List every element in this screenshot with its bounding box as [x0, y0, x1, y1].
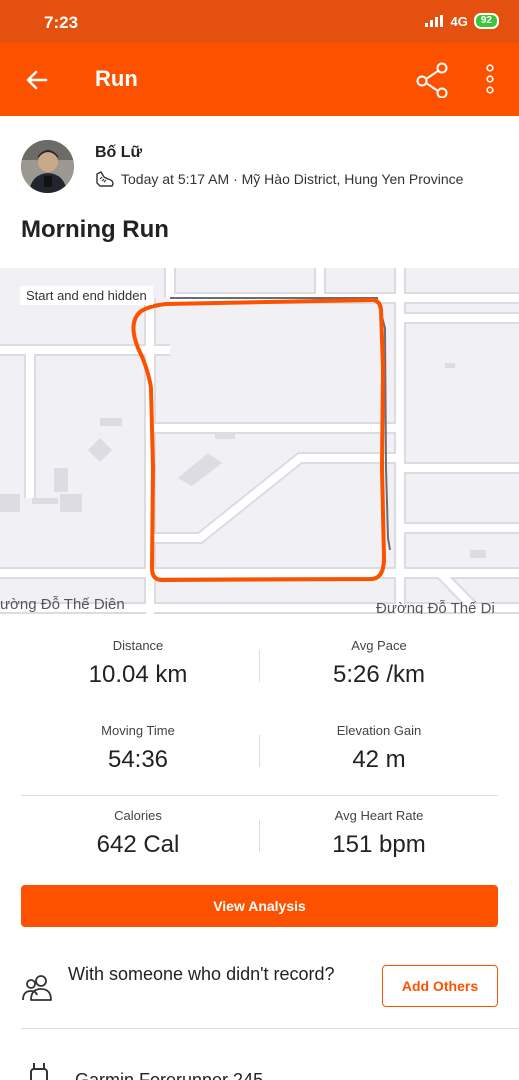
- stat-distance: Distance 10.04 km: [18, 638, 258, 689]
- view-analysis-button[interactable]: View Analysis: [21, 885, 498, 927]
- battery-indicator: 92: [473, 13, 499, 29]
- signal-icon: [424, 15, 443, 27]
- stat-avg-heart-rate: Avg Heart Rate 151 bpm: [259, 808, 499, 859]
- stat-avg-pace: Avg Pace 5:26 /km: [259, 638, 499, 689]
- stat-value: 151 bpm: [332, 831, 426, 858]
- back-button[interactable]: [20, 63, 54, 97]
- avatar[interactable]: [21, 140, 74, 193]
- stat-label: Moving Time: [101, 723, 175, 738]
- share-button[interactable]: [413, 62, 453, 99]
- add-others-button[interactable]: Add Others: [382, 965, 498, 1007]
- activity-meta-text: Today at 5:17 AM · Mỹ Hào District, Hung…: [121, 171, 464, 187]
- status-time: 7:23: [44, 13, 79, 32]
- map-canvas: [0, 268, 519, 614]
- gear-label: Garmin Forerunner 245: [75, 1070, 264, 1080]
- stat-moving-time: Moving Time 54:36: [18, 723, 258, 774]
- athlete-name[interactable]: Bố Lữ: [95, 144, 142, 162]
- page-title: Run: [95, 66, 138, 91]
- route-map[interactable]: Start and end hidden ường Đỗ Thế Diên Đư…: [0, 268, 519, 614]
- arrow-left-icon: [26, 70, 48, 90]
- gear-row[interactable]: Garmin Forerunner 245: [0, 1030, 519, 1080]
- more-options-button[interactable]: [478, 61, 502, 99]
- share-icon: [416, 62, 448, 99]
- street-label-right: Đường Đỗ Thế Di: [376, 600, 495, 614]
- app-bar: Run: [0, 43, 519, 116]
- status-indicators: 4G 92: [424, 13, 499, 29]
- activity-title: Morning Run: [21, 216, 169, 243]
- with-others-row: With someone who didn't record? Add Othe…: [0, 945, 519, 1029]
- divider: [21, 1028, 519, 1029]
- stat-value: 54:36: [107, 746, 169, 773]
- network-type: 4G: [450, 13, 468, 29]
- stat-value: 642 Cal: [96, 831, 180, 858]
- stat-value: 42 m: [352, 746, 406, 773]
- stats-grid: Distance 10.04 km Avg Pace 5:26 /km Movi…: [0, 614, 519, 878]
- stat-value: 10.04 km: [88, 661, 188, 688]
- divider: [21, 795, 498, 796]
- avatar-image: [21, 140, 74, 193]
- athlete-header: Bố Lữ Today at 5:17 AM · Mỹ Hào District…: [0, 116, 519, 216]
- watch-icon: [30, 1063, 48, 1080]
- divider: [259, 650, 260, 682]
- street-label-left: ường Đỗ Thế Diên: [0, 596, 125, 613]
- stat-elevation-gain: Elevation Gain 42 m: [259, 723, 499, 774]
- people-icon: [22, 975, 52, 1001]
- privacy-label: Start and end hidden: [20, 286, 153, 305]
- more-vertical-icon: [486, 64, 494, 94]
- stat-label: Avg Heart Rate: [334, 808, 424, 823]
- stat-value: 5:26 /km: [332, 661, 426, 688]
- stat-calories: Calories 642 Cal: [18, 808, 258, 859]
- shoe-icon: [96, 171, 114, 187]
- divider: [259, 820, 260, 852]
- status-bar: 7:23 4G 92: [0, 0, 519, 43]
- activity-meta: Today at 5:17 AM · Mỹ Hào District, Hung…: [95, 170, 463, 188]
- stat-label: Elevation Gain: [336, 723, 422, 738]
- stat-label: Distance: [112, 638, 164, 653]
- divider: [259, 735, 260, 767]
- stat-label: Avg Pace: [351, 638, 407, 653]
- stat-label: Calories: [114, 808, 162, 823]
- with-others-text: With someone who didn't record?: [68, 964, 335, 984]
